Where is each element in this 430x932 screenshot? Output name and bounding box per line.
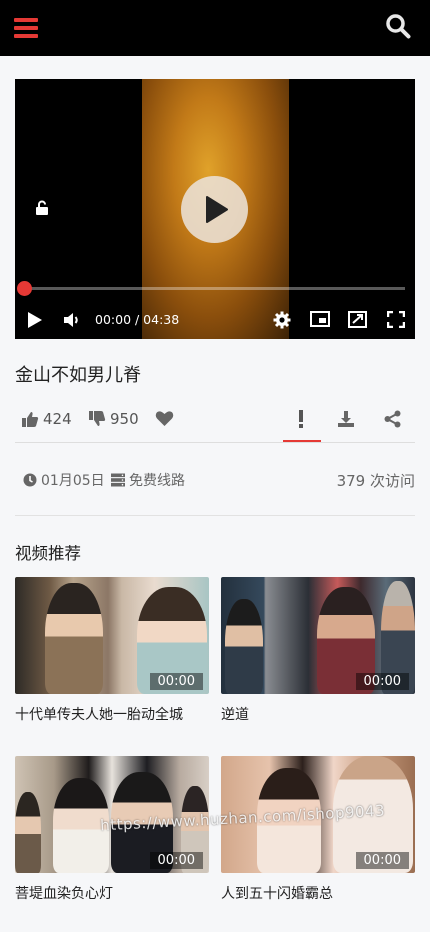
action-bar: 424 950 <box>15 400 415 443</box>
progress-bar[interactable] <box>25 287 405 290</box>
heart-icon <box>155 411 174 426</box>
line-selector[interactable]: 免费线路 <box>111 470 185 490</box>
hamburger-icon[interactable] <box>14 16 38 40</box>
report-button[interactable] <box>297 410 309 428</box>
video-thumbnail[interactable]: 00:00 <box>15 577 209 694</box>
view-count: 379 次访问 <box>336 472 415 490</box>
thumbs-down-icon <box>89 411 106 426</box>
video-card-title[interactable]: 菩堤血染负心灯 <box>15 883 209 903</box>
play-icon[interactable] <box>27 311 43 333</box>
video-card[interactable]: 00:00 十代单传夫人她一胎动全城 <box>15 577 209 724</box>
fullscreen-icon[interactable] <box>386 310 406 332</box>
like-count: 424 <box>43 410 72 428</box>
volume-icon[interactable] <box>63 311 81 333</box>
clock-icon <box>23 473 37 487</box>
favorite-button[interactable] <box>155 410 178 427</box>
video-duration: 00:00 <box>355 852 409 869</box>
server-icon <box>111 473 125 487</box>
top-bar <box>0 0 430 56</box>
video-duration: 00:00 <box>149 852 203 869</box>
unlock-icon[interactable] <box>35 200 51 220</box>
video-card-title[interactable]: 逆道 <box>221 704 415 724</box>
like-button[interactable]: 424 <box>21 410 72 428</box>
video-duration: 00:00 <box>149 673 203 690</box>
share-icon <box>384 410 401 428</box>
play-icon[interactable] <box>181 176 248 243</box>
download-icon <box>338 411 354 427</box>
picture-in-picture-icon[interactable] <box>310 311 330 331</box>
download-button[interactable] <box>337 410 359 428</box>
video-card[interactable]: 00:00 逆道 <box>221 577 415 724</box>
report-active-indicator <box>283 440 321 442</box>
section-title: 视频推荐 <box>15 544 81 563</box>
video-duration: 00:00 <box>355 673 409 690</box>
video-card[interactable]: 00:00 人到五十闪婚霸总 <box>221 756 415 903</box>
video-card-title[interactable]: 人到五十闪婚霸总 <box>221 883 415 903</box>
video-thumbnail[interactable]: 00:00 <box>221 577 415 694</box>
dislike-count: 950 <box>110 410 139 428</box>
theater-mode-icon[interactable] <box>348 311 367 332</box>
video-time: 00:00 / 04:38 <box>95 312 180 327</box>
thumbs-up-icon <box>22 412 39 427</box>
gear-icon[interactable] <box>273 311 291 333</box>
exclamation-icon <box>299 410 303 428</box>
video-card-title[interactable]: 十代单传夫人她一胎动全城 <box>15 704 209 724</box>
dislike-button[interactable]: 950 <box>88 410 139 428</box>
publish-date: 01月05日 <box>23 470 105 490</box>
share-button[interactable] <box>384 410 405 428</box>
video-player[interactable]: 00:00 / 04:38 <box>15 79 415 339</box>
search-icon[interactable] <box>384 12 412 40</box>
divider <box>15 515 415 516</box>
video-title: 金山不如男儿脊 <box>15 365 141 386</box>
progress-handle[interactable] <box>17 281 32 296</box>
